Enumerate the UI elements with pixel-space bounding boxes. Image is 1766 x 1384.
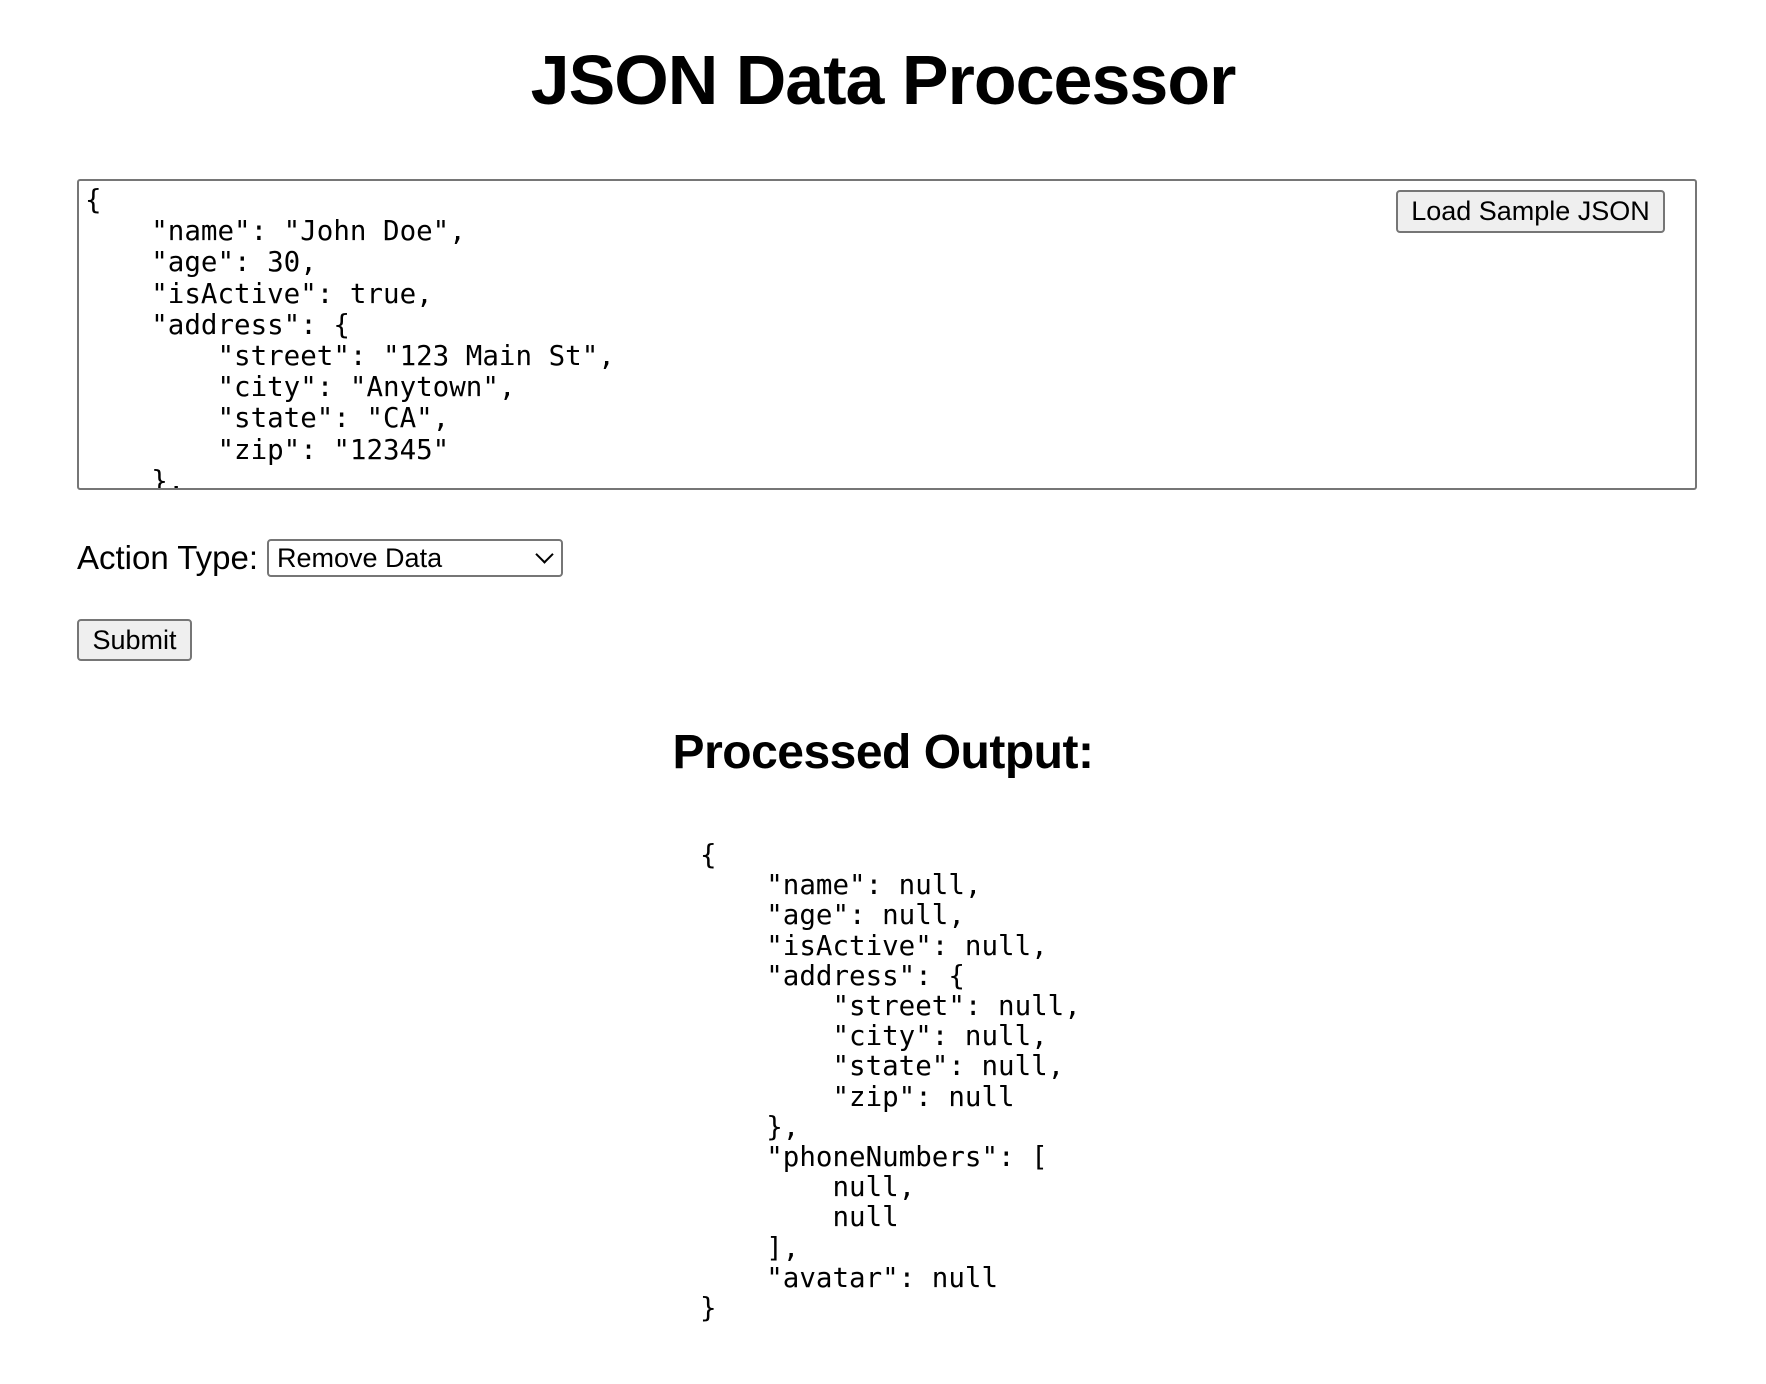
action-type-label: Action Type: [77, 539, 259, 576]
action-type-row: Action Type: Remove Data [77, 536, 564, 580]
processed-output-heading: Processed Output: [672, 726, 1094, 779]
action-type-selected-value: Remove Data [277, 543, 443, 573]
submit-button[interactable]: Submit [77, 619, 192, 661]
processed-output-content: { "name": null, "age": null, "isActive":… [700, 839, 1081, 1325]
page-title: JSON Data Processor [530, 41, 1237, 119]
load-sample-json-button[interactable]: Load Sample JSON [1396, 190, 1665, 233]
chevron-down-icon [535, 545, 554, 564]
action-type-select[interactable]: Remove Data [267, 539, 564, 577]
